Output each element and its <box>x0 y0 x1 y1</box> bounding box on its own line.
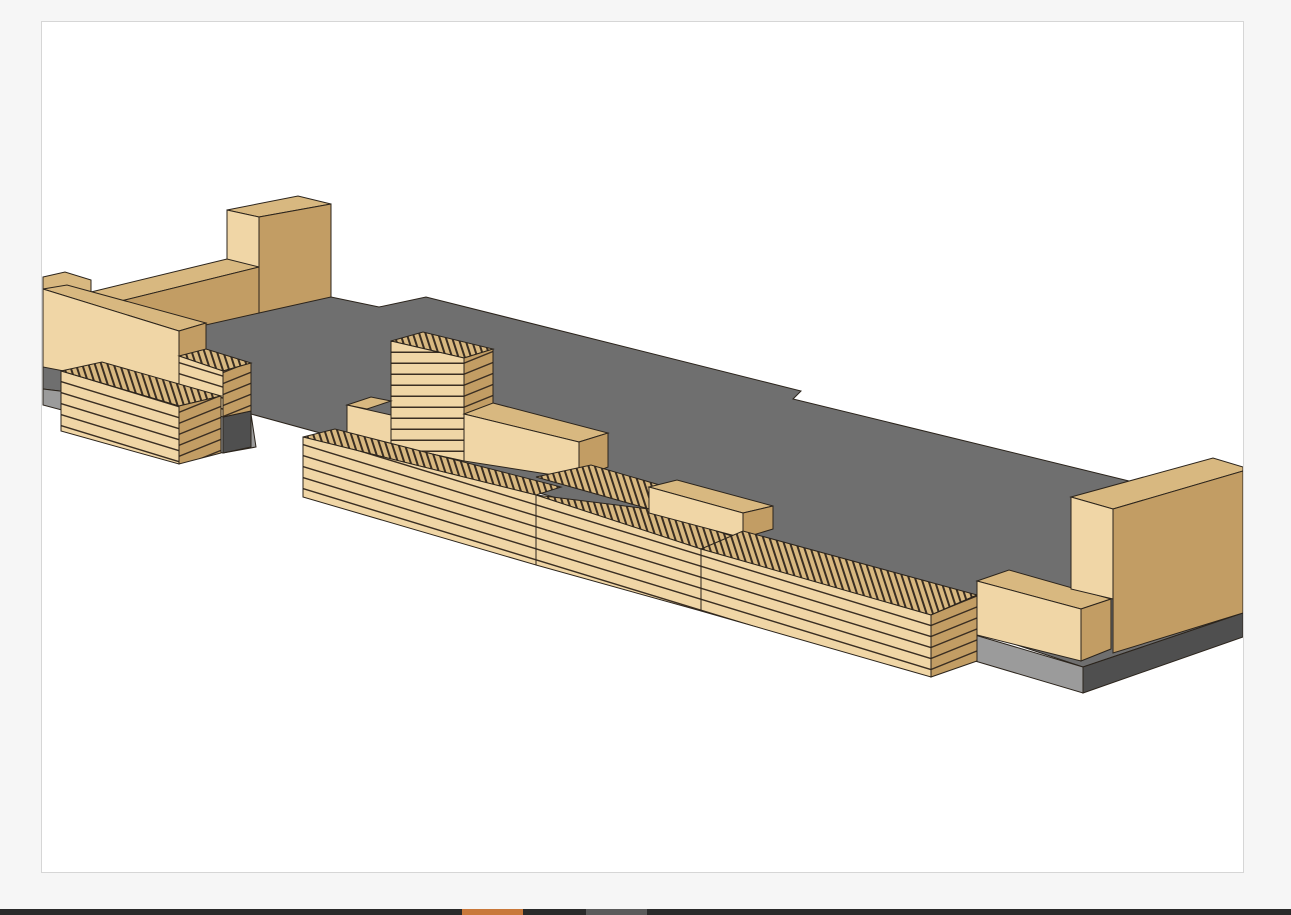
ground-slab-edge-left <box>222 410 252 454</box>
model-viewport[interactable] <box>41 21 1244 873</box>
taskbar <box>0 909 1291 915</box>
taskbar-active-app[interactable] <box>462 909 523 915</box>
taskbar-app[interactable] <box>586 909 647 915</box>
building-model-render[interactable] <box>42 22 1243 872</box>
